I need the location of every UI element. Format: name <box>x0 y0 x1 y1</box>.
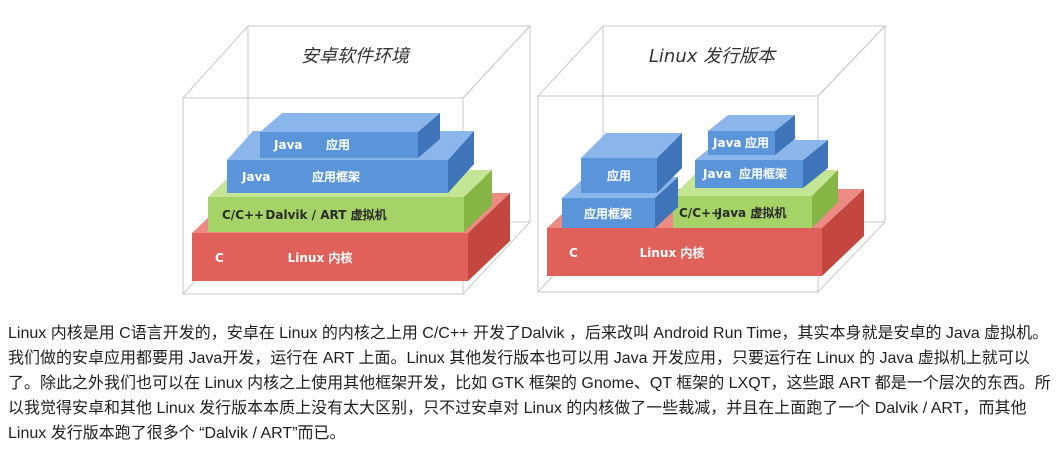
linux-kernel-lang: C <box>569 246 578 260</box>
linux-java-app-name: 应用 <box>745 135 769 150</box>
android-kernel-name: Linux 内核 <box>288 250 353 265</box>
linux-java-framework-lang: Java <box>702 167 731 181</box>
linux-vm-name: Java 虚拟机 <box>717 205 787 220</box>
linux-java-app-layer: Java 应用 <box>708 115 795 155</box>
linux-native-framework-name: 应用框架 <box>584 206 632 221</box>
linux-java-app-lang: Java <box>712 136 741 150</box>
linux-vm-lang: C/C++ <box>679 206 721 220</box>
android-app-layer: Java 应用 <box>260 113 440 158</box>
linux-java-framework-name: 应用框架 <box>739 166 787 181</box>
linux-kernel-name: Linux 内核 <box>640 245 705 260</box>
android-vm-name: Dalvik / ART 虚拟机 <box>265 207 386 222</box>
android-app-name: 应用 <box>326 137 350 152</box>
android-framework-name: 应用框架 <box>312 169 360 184</box>
architecture-diagram: 安卓软件环境 C Linux 内核 C/C++ Dalvik / ART 虚拟机… <box>181 24 887 296</box>
android-app-lang: Java <box>273 138 302 152</box>
article-paragraph: Linux 内核是用 C语言开发的，安卓在 Linux 的内核之上用 C/C++… <box>8 325 1051 442</box>
linux-box-title: Linux 发行版本 <box>649 46 777 67</box>
android-box-title: 安卓软件环境 <box>301 46 411 67</box>
android-kernel-lang: C <box>215 251 224 265</box>
linux-native-app-name: 应用 <box>607 168 631 183</box>
android-framework-lang: Java <box>241 170 270 184</box>
android-vm-lang: C/C++ <box>222 208 264 222</box>
